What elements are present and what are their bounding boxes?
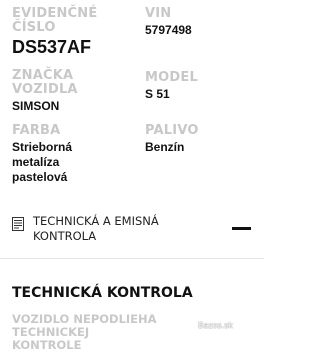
vin-label: VIN (145, 6, 172, 21)
farba-label: FARBA (12, 123, 61, 138)
palivo-label: PALIVO (145, 123, 199, 138)
evidencne-cislo-label: EVIDENČNÉ ČÍSLO (12, 6, 98, 35)
znacka-vozidla-label: ZNAČKA VOZIDLA (12, 68, 78, 97)
farba-field: FARBA Strieborná metalíza pastelová (12, 124, 132, 185)
watermark-text: Bazos.sk (198, 321, 233, 330)
palivo-field: PALIVO Benzín (145, 124, 260, 155)
vin-value: 5797498 (145, 23, 192, 37)
palivo-value: Benzín (145, 140, 185, 154)
znacka-vozidla-value: SIMSON (12, 99, 60, 113)
model-label: MODEL (145, 70, 198, 85)
vin-field: VIN 5797498 (145, 7, 260, 38)
farba-value: Strieborná metalíza pastelová (12, 140, 73, 184)
accordion-title: TECHNICKÁ A EMISNÁ KONTROLA (33, 214, 159, 243)
technicka-emisna-kontrola-accordion[interactable]: TECHNICKÁ A EMISNÁ KONTROLA (0, 200, 264, 259)
technicka-kontrola-status: VOZIDLO NEPODLIEHA TECHNICKEJ KONTROLE (12, 312, 157, 352)
evidencne-cislo-field: EVIDENČNÉ ČÍSLO DS537AF (12, 6, 132, 58)
technicka-kontrola-heading: TECHNICKÁ KONTROLA (12, 285, 193, 301)
model-field: MODEL S 51 (145, 71, 260, 102)
model-value: S 51 (145, 87, 170, 101)
evidencne-cislo-value: DS537AF (12, 37, 92, 57)
document-list-icon (12, 217, 24, 231)
znacka-vozidla-field: ZNAČKA VOZIDLA SIMSON (12, 69, 132, 114)
minus-collapse-icon[interactable] (232, 227, 251, 230)
